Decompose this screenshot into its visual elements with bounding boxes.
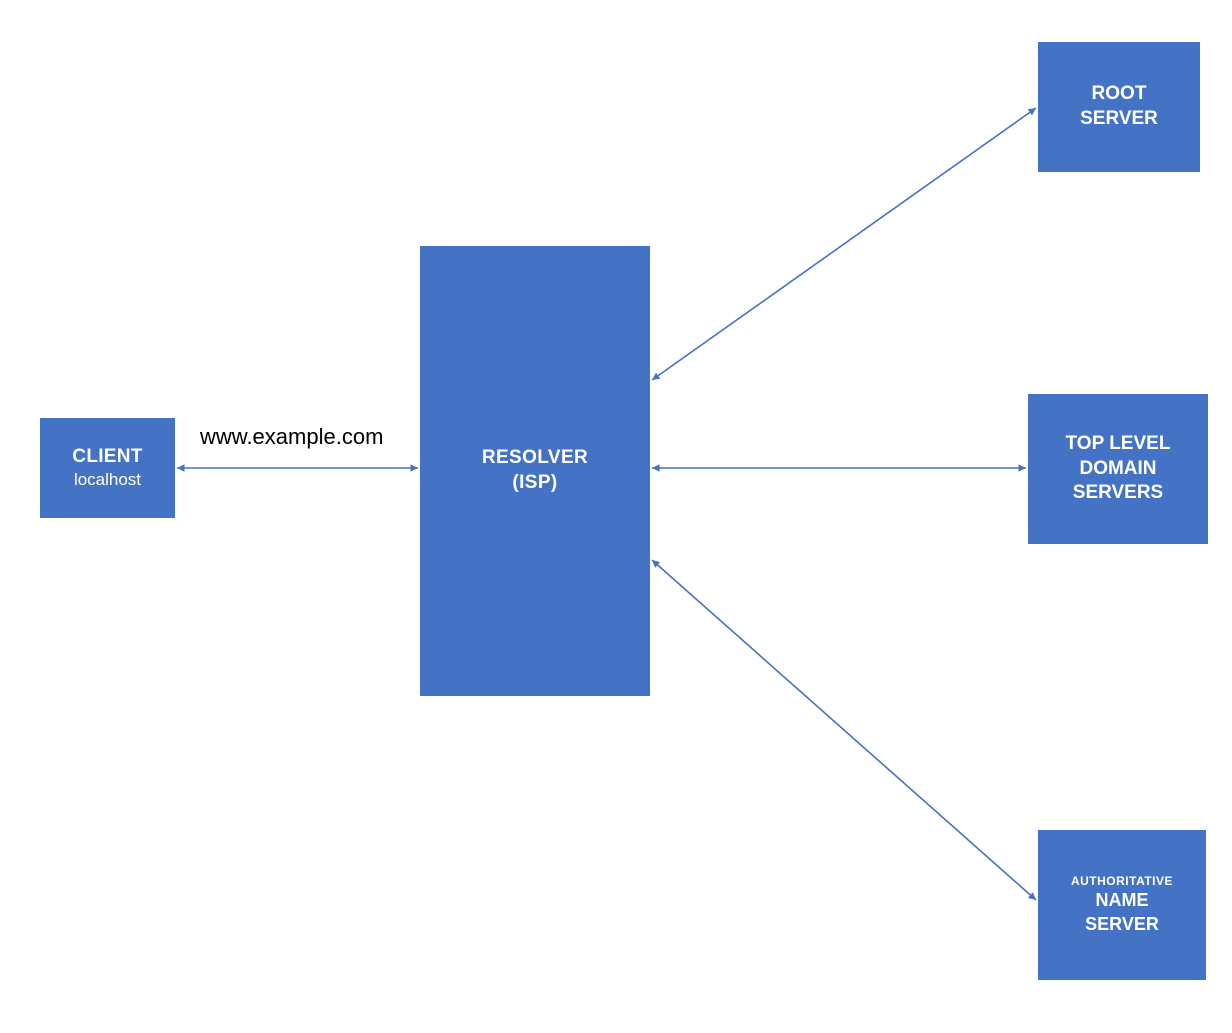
node-auth-super: AUTHORITATIVE xyxy=(1071,874,1173,890)
node-root-line2: SERVER xyxy=(1080,107,1158,132)
node-resolver: RESOLVER (ISP) xyxy=(420,246,650,696)
node-client-title: CLIENT xyxy=(72,445,142,470)
node-auth-line2: SERVER xyxy=(1085,913,1159,936)
node-tld-line1: TOP LEVEL xyxy=(1066,432,1171,457)
edge-label-url: www.example.com xyxy=(200,424,383,450)
node-root-line1: ROOT xyxy=(1092,82,1147,107)
node-resolver-line1: RESOLVER xyxy=(482,446,588,471)
node-client: CLIENT localhost xyxy=(40,418,175,518)
node-resolver-line2: (ISP) xyxy=(512,471,557,496)
edge-resolver-auth xyxy=(652,560,1036,900)
node-authoritative-server: AUTHORITATIVE NAME SERVER xyxy=(1038,830,1206,980)
node-tld-line3: SERVERS xyxy=(1073,481,1163,506)
node-root-server: ROOT SERVER xyxy=(1038,42,1200,172)
node-client-subtitle: localhost xyxy=(74,469,141,491)
edge-resolver-root xyxy=(652,108,1036,380)
node-tld-line2: DOMAIN xyxy=(1079,457,1156,482)
node-tld-servers: TOP LEVEL DOMAIN SERVERS xyxy=(1028,394,1208,544)
node-auth-line1: NAME xyxy=(1096,889,1149,912)
